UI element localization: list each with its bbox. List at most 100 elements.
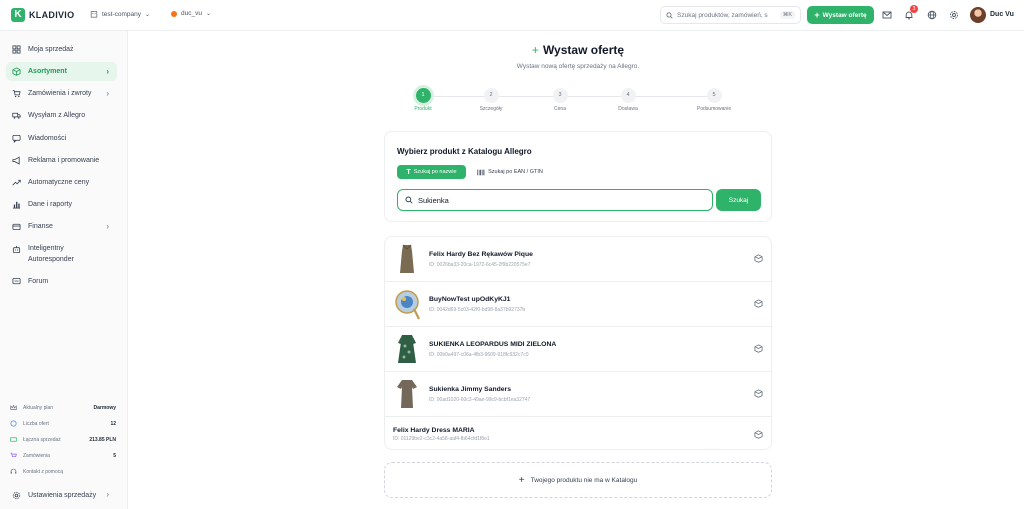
- megaphone-icon: [12, 156, 21, 165]
- product-thumbnail: [397, 380, 417, 408]
- catalog-search-field[interactable]: [397, 189, 713, 211]
- plus-icon: +: [531, 43, 539, 57]
- sidebar-item-shipping[interactable]: Wysyłam z Allegro: [6, 106, 117, 125]
- wallet-icon: [12, 222, 21, 231]
- card-title: Wybierz produkt z Katalogu Allegro: [397, 147, 532, 156]
- stat-orders: Zamówienia 5: [9, 451, 116, 460]
- result-row[interactable]: Sukienka Jimmy Sanders ID: 00ad1020-60c3…: [385, 372, 771, 417]
- logo-text: KLADIVIO: [29, 10, 75, 20]
- sidebar-item-label: Zamówienia i zwroty: [28, 90, 92, 97]
- company-name: test-company: [102, 10, 142, 18]
- search-shortcut: ⌘K: [779, 11, 795, 19]
- sidebar-item-orders[interactable]: Zamówienia i zwroty ›: [6, 84, 117, 103]
- box-icon: [754, 254, 763, 263]
- product-thumbnail: [400, 244, 414, 273]
- sidebar: Moja sprzedaż Asortyment › Zamówienia i …: [0, 31, 128, 509]
- sidebar-item-my-sales[interactable]: Moja sprzedaż: [6, 40, 117, 59]
- chat-icon: [12, 277, 21, 286]
- result-name: Felix Hardy Bez Rękawów Pique: [429, 251, 533, 258]
- global-search-input[interactable]: Szukaj produktów, zamówień, s ⌘K: [660, 6, 801, 24]
- sidebar-item-label: Dane i raporty: [28, 201, 72, 208]
- catalog-search-input[interactable]: [418, 195, 698, 205]
- sidebar-item-ads[interactable]: Reklama i promowanie: [6, 151, 117, 170]
- result-name: Sukienka Jimmy Sanders: [429, 386, 511, 393]
- top-bar: K KLADIVIO test-company ⌄ duc_vu ⌄ Szuka…: [0, 0, 1024, 31]
- result-row[interactable]: BuyNowTest upOdKyKJ1 ID: 0042d69-5c03-42…: [385, 282, 771, 327]
- sidebar-item-settings[interactable]: Ustawienia sprzedaży ›: [6, 486, 117, 504]
- result-id: ID: 01129be2-c3c2-4a58-aaf4-fb64cfd1f8e1: [393, 436, 490, 442]
- mail-icon[interactable]: [881, 9, 893, 21]
- step-price[interactable]: 3 Cena: [530, 88, 590, 112]
- gear-icon[interactable]: [948, 9, 960, 21]
- chevron-right-icon: ›: [106, 67, 109, 76]
- sidebar-item-label: Wysyłam z Allegro: [28, 112, 86, 119]
- tab-search-by-name[interactable]: T Szukaj po nazwie: [397, 165, 466, 179]
- new-offer-label: Wystaw ofertę: [822, 11, 867, 19]
- dashboard-icon: [12, 45, 21, 54]
- cart-icon: [12, 89, 21, 98]
- account-status-icon: [171, 10, 177, 17]
- add-custom-product-button[interactable]: + Twojego produktu nie ma w Katalogu: [384, 462, 772, 498]
- page-title: + Wystaw ofertę: [531, 43, 625, 57]
- search-button[interactable]: Szukaj: [716, 189, 761, 211]
- sidebar-item-label: Asortyment: [28, 68, 67, 75]
- product-thumbnail: [398, 335, 416, 363]
- user-name[interactable]: Duc Vu: [990, 11, 1014, 18]
- box-icon: [12, 67, 21, 76]
- step-label: Cena: [554, 106, 566, 112]
- result-row[interactable]: Felix Hardy Bez Rękawów Pique ID: 0026ba…: [385, 237, 771, 282]
- step-summary[interactable]: 5 Podsumowanie: [684, 88, 744, 112]
- search-icon: [666, 11, 673, 19]
- step-label: Produkt: [414, 106, 432, 112]
- new-offer-button[interactable]: + Wystaw ofertę: [807, 6, 874, 24]
- result-name: Felix Hardy Dress MARIA: [393, 427, 475, 434]
- result-id: ID: 00ad1020-60c3-49ae-99c9-bcbf1ea32747: [429, 397, 531, 403]
- barcode-icon: [477, 169, 485, 175]
- tab-search-by-ean[interactable]: Szukaj po EAN / GTIN: [470, 165, 550, 179]
- avatar[interactable]: [970, 7, 986, 23]
- robot-icon: [12, 245, 21, 254]
- step-details[interactable]: 2 Szczegóły: [461, 88, 521, 112]
- account-selector[interactable]: duc_vu ⌄: [171, 10, 211, 17]
- sidebar-item-reports[interactable]: Dane i raporty: [6, 195, 117, 214]
- company-selector[interactable]: test-company ⌄: [90, 10, 150, 18]
- result-id: ID: 0042d69-5c03-42f0-bd98-8a37b92737b: [429, 307, 526, 313]
- sidebar-item-finance[interactable]: Finanse ›: [6, 217, 117, 236]
- sidebar-item-label: Automatyczne ceny: [28, 179, 90, 186]
- stat-sales: Łączna sprzedaż 213.85 PLN: [9, 435, 116, 444]
- step-delivery[interactable]: 4 Dostawa: [598, 88, 658, 112]
- step-number: 2: [483, 88, 499, 103]
- gear-icon: [12, 491, 21, 500]
- text-icon: T: [406, 168, 411, 176]
- catalog-search-card: Wybierz produkt z Katalogu Allegro T Szu…: [384, 131, 772, 222]
- result-name: BuyNowTest upOdKyKJ1: [429, 296, 511, 303]
- sidebar-item-autoresponder[interactable]: Inteligentny Autoresponder: [6, 240, 117, 266]
- sidebar-item-label: Reklama i promowanie: [28, 157, 100, 164]
- sidebar-item-forum[interactable]: Forum: [6, 272, 117, 291]
- contact-support-link[interactable]: Kontakt z pomocą: [9, 467, 116, 476]
- account-name: duc_vu: [181, 10, 202, 17]
- money-icon: [9, 435, 18, 444]
- building-icon: [90, 11, 98, 18]
- plus-icon: +: [814, 10, 820, 20]
- logo-mark-icon: K: [11, 8, 25, 22]
- step-label: Szczegóły: [479, 106, 503, 112]
- globe-icon[interactable]: [926, 9, 938, 21]
- box-icon: [754, 344, 763, 353]
- sidebar-item-assortment[interactable]: Asortyment ›: [6, 62, 117, 81]
- stat-plan: Aktualny plan Darmowy: [9, 403, 116, 412]
- result-row[interactable]: SUKIENKA LEOPARDUS MIDI ZIELONA ID: 00b0…: [385, 327, 771, 372]
- add-custom-label: Twojego produktu nie ma w Katalogu: [530, 476, 638, 484]
- step-product[interactable]: 1 Produkt: [393, 88, 453, 112]
- chevron-right-icon: ›: [106, 490, 109, 499]
- trend-up-icon: [12, 178, 21, 187]
- results-list: Felix Hardy Bez Rękawów Pique ID: 0026ba…: [384, 236, 772, 450]
- logo[interactable]: K KLADIVIO: [11, 8, 74, 22]
- sidebar-item-auto-prices[interactable]: Automatyczne ceny: [6, 173, 117, 192]
- step-number: 1: [415, 88, 431, 103]
- result-name: SUKIENKA LEOPARDUS MIDI ZIELONA: [429, 341, 557, 348]
- stat-offers: Liczba ofert 12: [9, 419, 116, 428]
- sidebar-item-messages[interactable]: Wiadomości: [6, 129, 117, 148]
- result-row[interactable]: Felix Hardy Dress MARIA ID: 01129be2-c3c…: [385, 417, 771, 449]
- sidebar-item-label: Ustawienia sprzedaży: [28, 491, 97, 499]
